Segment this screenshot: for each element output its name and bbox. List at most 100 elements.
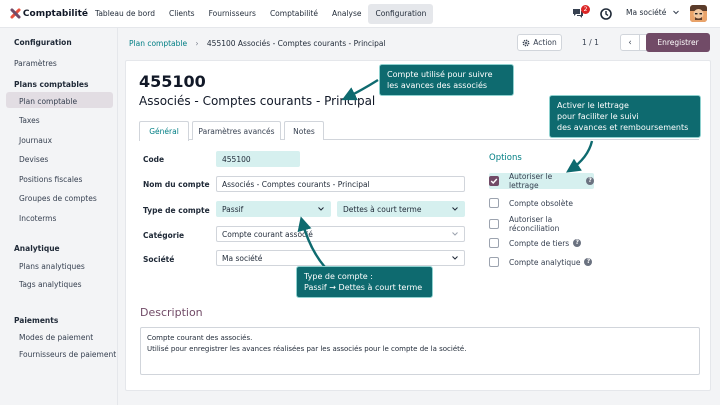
chevron-down-icon	[318, 207, 324, 211]
company-label: Société	[143, 255, 175, 264]
sidebar-item-incoterms[interactable]: Incoterms	[19, 214, 56, 223]
breadcrumb-separator-icon: ›	[195, 39, 199, 48]
account-subtype-value: Dettes à court terme	[343, 204, 422, 214]
app-name: Comptabilité	[22, 8, 88, 19]
sidebar-item-journaux[interactable]: Journaux	[19, 136, 52, 145]
description-title: Description	[140, 306, 203, 319]
description-field[interactable]: Compte courant des associés. Utilisé pou…	[140, 327, 700, 375]
app-brand[interactable]: Comptabilité	[0, 7, 88, 20]
checkbox-compte-obsolete[interactable]	[489, 198, 499, 208]
option-label: Compte obsolète	[509, 198, 573, 208]
menu-clients[interactable]: Clients	[162, 4, 202, 24]
callout-type-line-2: Passif → Dettes à court terme	[304, 283, 423, 292]
action-button[interactable]: Action	[517, 34, 562, 51]
sidebar-item-positions-fiscales[interactable]: Positions fiscales	[19, 175, 82, 184]
sidebar-item-plans-analytiques[interactable]: Plans analytiques	[19, 262, 85, 271]
option-compte-analytique[interactable]: Compte analytique ?	[489, 254, 599, 270]
company-select[interactable]: Ma société	[216, 250, 465, 266]
menu-comptabilite[interactable]: Comptabilité	[263, 4, 325, 24]
callout-account-line-2: les avances des associés	[387, 81, 488, 90]
sidebar: Configuration Paramètres Plans comptable…	[0, 28, 118, 405]
account-subtype-select[interactable]: Dettes à court terme	[337, 201, 465, 217]
sidebar-item-taxes[interactable]: Taxes	[19, 116, 40, 125]
option-compte-de-tiers[interactable]: Compte de tiers ?	[489, 235, 599, 251]
breadcrumb-parent-link[interactable]: Plan comptable	[129, 39, 187, 48]
menu-analyse[interactable]: Analyse	[325, 4, 369, 24]
menu-fournisseurs[interactable]: Fournisseurs	[202, 4, 263, 24]
sidebar-item-tags-analytiques[interactable]: Tags analytiques	[19, 280, 82, 289]
code-label: Code	[143, 155, 165, 164]
save-button[interactable]: Enregistrer	[646, 33, 710, 52]
action-label: Action	[533, 38, 557, 47]
category-value: Compte courant associé	[222, 229, 313, 239]
description-line-1: Compte courant des associés.	[147, 334, 253, 342]
menu-configuration[interactable]: Configuration	[368, 3, 434, 24]
clock-icon[interactable]	[600, 8, 612, 20]
chevron-down-icon	[452, 232, 458, 236]
description-line-2: Utilisé pour enregistrer les avances réa…	[147, 345, 467, 353]
sidebar-item-fournisseurs-de-paiement[interactable]: Fournisseurs de paiement	[19, 350, 116, 359]
checkbox-autoriser-reconciliation[interactable]	[489, 219, 499, 229]
record-name-title: Associés - Comptes courants - Principal	[139, 94, 376, 108]
help-icon[interactable]: ?	[586, 177, 594, 185]
callout-type: Type de compte : Passif → Dettes à court…	[296, 266, 433, 298]
option-autoriser-reconciliation[interactable]: Autoriser la réconciliation	[489, 215, 599, 233]
main-menu: Tableau de bord Clients Fournisseurs Com…	[88, 0, 434, 27]
sidebar-item-plan-comptable[interactable]: Plan comptable	[19, 97, 77, 106]
sidebar-section-plans-comptables: Plans comptables	[14, 80, 89, 89]
top-navbar: Comptabilité Tableau de bord Clients Fou…	[0, 0, 720, 28]
company-name: Ma société	[626, 8, 667, 17]
sidebar-item-modes-de-paiement[interactable]: Modes de paiement	[19, 333, 93, 342]
checkbox-compte-de-tiers[interactable]	[489, 238, 499, 248]
account-type-select[interactable]: Passif	[216, 201, 331, 217]
option-label: Compte de tiers	[509, 238, 570, 248]
chevron-down-icon	[672, 10, 679, 15]
account-name-label: Nom du compte	[143, 180, 210, 189]
help-icon[interactable]: ?	[584, 258, 593, 266]
sidebar-item-devises[interactable]: Devises	[19, 155, 48, 164]
option-label: Compte analytique	[509, 257, 581, 267]
options-title: Options	[489, 153, 522, 163]
category-label: Catégorie	[143, 231, 185, 240]
avatar-face-icon	[690, 5, 707, 22]
sidebar-section-analytique: Analytique	[14, 244, 60, 253]
option-label: Autoriser la réconciliation	[509, 215, 560, 233]
pager-value[interactable]: 1 / 1	[582, 38, 599, 47]
user-avatar[interactable]	[690, 5, 707, 22]
pager-previous-button[interactable]: ‹	[620, 34, 640, 51]
tab-parametres-avances[interactable]: Paramètres avancés	[192, 121, 281, 140]
callout-lettrage-line-3: des avances et remboursements	[557, 123, 689, 132]
sidebar-section-paiements: Paiements	[14, 316, 59, 325]
sidebar-item-parametres[interactable]: Paramètres	[14, 59, 57, 68]
callout-lettrage: Activer le lettrage pour faciliter le su…	[549, 95, 701, 138]
company-value: Ma société	[222, 253, 263, 263]
option-label: Autoriser le lettrage	[509, 172, 553, 190]
sidebar-section-configuration: Configuration	[14, 38, 72, 47]
option-autoriser-lettrage[interactable]: Autoriser le lettrage ?	[489, 172, 594, 190]
option-compte-obsolete[interactable]: Compte obsolète	[489, 195, 599, 211]
chevron-left-icon: ‹	[628, 37, 632, 48]
callout-type-line-1: Type de compte :	[304, 272, 373, 281]
checkbox-autoriser-lettrage[interactable]	[489, 176, 499, 186]
code-field[interactable]: 455100	[216, 151, 300, 167]
help-icon[interactable]: ?	[573, 239, 582, 247]
account-type-label: Type de compte	[143, 206, 210, 215]
sidebar-item-groupes-de-comptes[interactable]: Groupes de comptes	[19, 194, 97, 203]
tab-notes[interactable]: Notes	[284, 121, 324, 140]
breadcrumb-current: 455100 Associés - Comptes courants - Pri…	[206, 39, 386, 48]
control-bar: Plan comptable › 455100 Associés - Compt…	[118, 28, 720, 60]
callout-lettrage-line-2: pour faciliter le suivi	[557, 112, 639, 121]
category-select[interactable]: Compte courant associé	[216, 226, 465, 242]
menu-tableau-de-bord[interactable]: Tableau de bord	[88, 4, 162, 24]
account-name-field[interactable]: Associés - Comptes courants - Principal	[216, 176, 465, 192]
breadcrumb: Plan comptable › 455100 Associés - Compt…	[129, 39, 386, 48]
tab-general[interactable]: Général	[139, 121, 189, 141]
callout-account-line-1: Compte utilisé pour suivre	[387, 70, 493, 79]
record-code-title: 455100	[139, 72, 206, 91]
gear-icon	[522, 39, 530, 46]
app-logo-icon	[9, 7, 22, 20]
company-switcher[interactable]: Ma société	[626, 8, 679, 17]
notification-badge: 2	[581, 5, 590, 14]
checkbox-compte-analytique[interactable]	[489, 257, 499, 267]
callout-lettrage-line-1: Activer le lettrage	[557, 101, 629, 110]
